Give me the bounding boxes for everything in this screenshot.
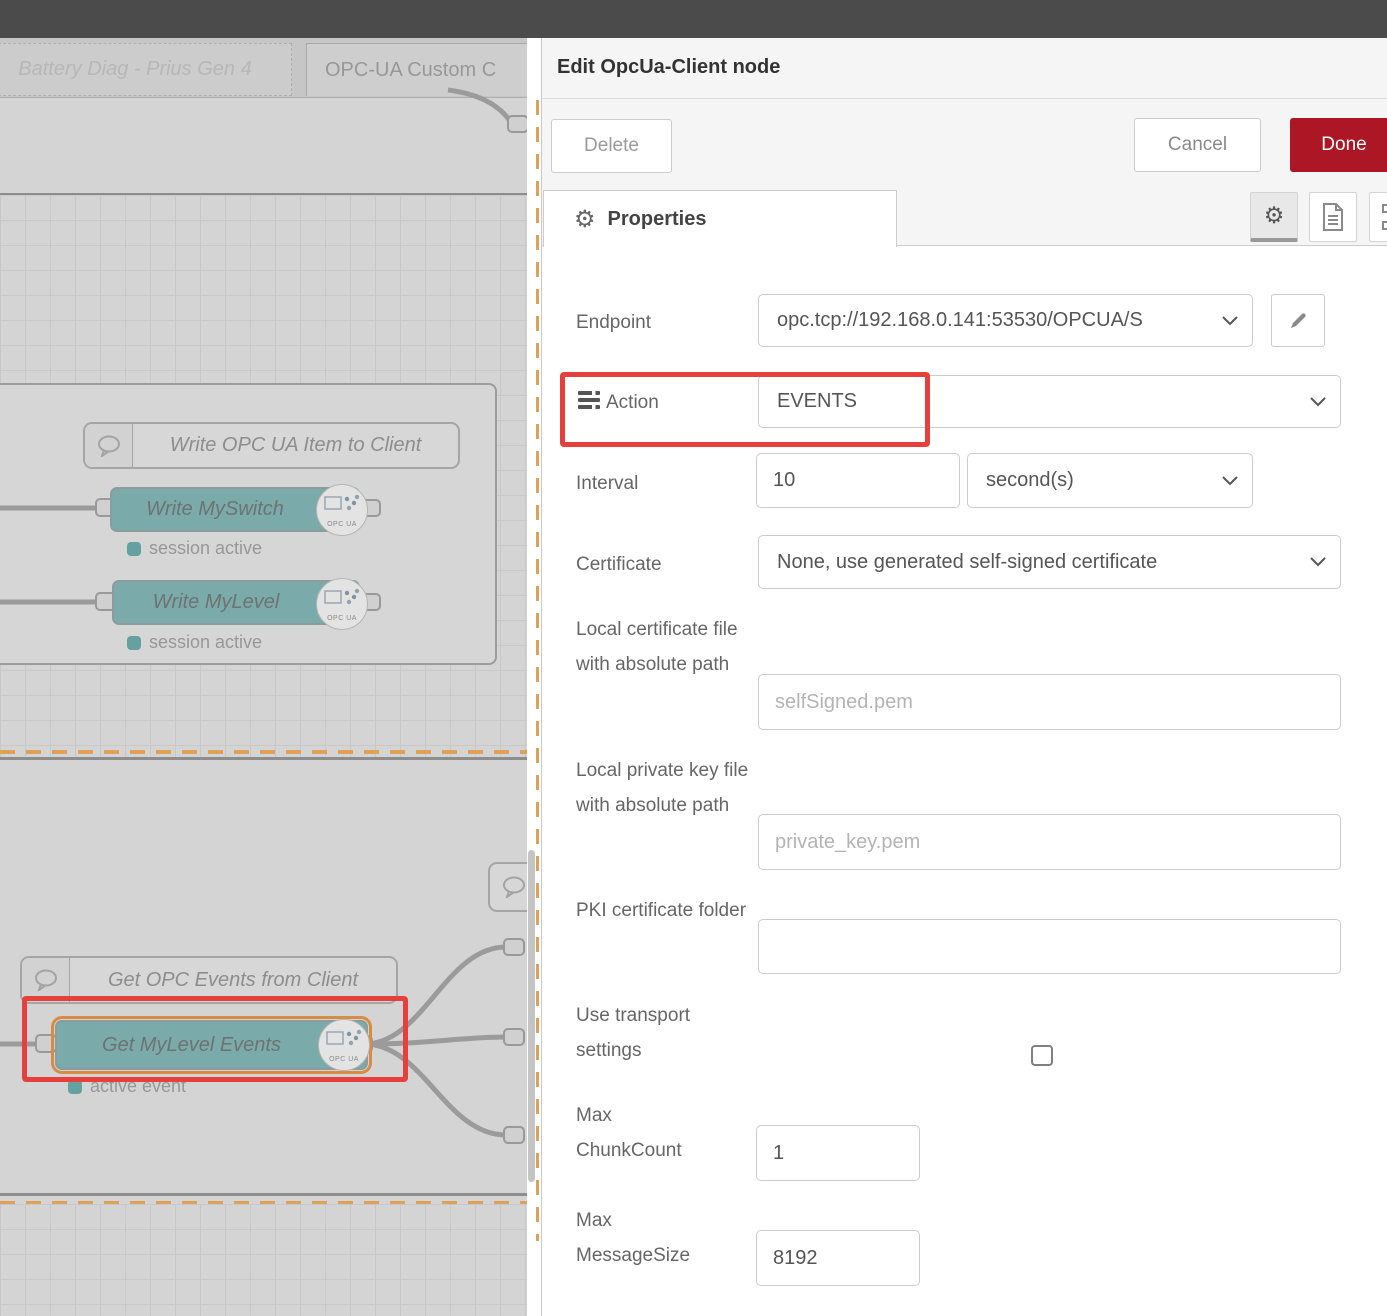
certificate-label: Certificate: [576, 547, 662, 582]
node-label: Write MySwitch: [146, 498, 284, 521]
pki-folder-input[interactable]: [759, 920, 1340, 973]
private-key-label: Local private key file with absolute pat…: [576, 753, 756, 823]
transport-label: Use transport settings: [576, 998, 756, 1068]
chevron-down-icon: [1222, 476, 1238, 486]
document-icon: [1321, 203, 1345, 231]
cancel-button[interactable]: Cancel: [1134, 118, 1261, 172]
comment-node-partial[interactable]: [488, 862, 527, 912]
node-port: [508, 116, 527, 132]
node-status: session active: [127, 538, 262, 559]
node-status: session active: [127, 632, 262, 653]
certificate-select[interactable]: None, use generated self-signed certific…: [758, 535, 1341, 589]
max-message-input[interactable]: [757, 1231, 919, 1285]
pki-folder-input-wrap: [758, 919, 1341, 974]
max-message-label: Max MessageSize: [576, 1203, 706, 1273]
chevron-down-icon: [1222, 316, 1238, 326]
node-port: [504, 1029, 524, 1045]
comment-label: Get OPC Events from Client: [70, 969, 396, 992]
pencil-icon: [1288, 311, 1308, 331]
endpoint-select[interactable]: opc.tcp://192.168.0.141:53530/OPCUA/S: [758, 294, 1253, 347]
endpoint-label: Endpoint: [576, 305, 651, 340]
opcua-badge-icon: OPC UA: [316, 578, 368, 630]
private-key-input[interactable]: [759, 815, 1340, 869]
private-key-input-wrap: [758, 814, 1341, 870]
max-chunk-input[interactable]: [757, 1126, 919, 1180]
gear-icon: ⚙: [1264, 202, 1285, 229]
gear-icon: ⚙: [574, 205, 596, 234]
edit-endpoint-button[interactable]: [1271, 294, 1325, 347]
description-tab-button[interactable]: [1309, 192, 1357, 242]
node-port: [504, 939, 524, 955]
tab-properties[interactable]: ⚙ Properties: [543, 190, 897, 247]
comment-bubble-icon: [85, 424, 133, 467]
max-message-input-wrap: [756, 1230, 920, 1286]
opcua-badge-icon: OPC UA: [316, 484, 368, 536]
wire: [448, 90, 512, 124]
wire-layer: [0, 38, 527, 1316]
comment-label: Write OPC UA Item to Client: [133, 434, 458, 457]
appearance-icon: [1381, 203, 1387, 231]
dialog-title: Edit OpcUa-Client node: [557, 56, 780, 79]
node-label: Write MyLevel: [153, 591, 280, 614]
node-red-app: { "workspace": { "tabs": [ { "label": "B…: [0, 0, 1387, 1316]
max-chunk-input-wrap: [756, 1125, 920, 1181]
opcua-badge-label: OPC UA: [317, 615, 367, 622]
chevron-down-icon: [1310, 557, 1326, 567]
workspace-scrollbar[interactable]: [528, 850, 535, 1182]
transport-checkbox[interactable]: [1031, 1045, 1053, 1066]
status-dot-icon: [127, 636, 141, 650]
node-port: [504, 1127, 524, 1143]
interval-input-wrap: [756, 453, 960, 508]
interval-label: Interval: [576, 466, 638, 501]
annotation-box-action: [560, 372, 930, 447]
comment-node-write[interactable]: Write OPC UA Item to Client: [83, 422, 460, 469]
max-chunk-label: Max ChunkCount: [576, 1098, 706, 1168]
status-dot-icon: [127, 542, 141, 556]
local-certificate-input[interactable]: [759, 675, 1340, 729]
interval-input[interactable]: [757, 454, 959, 507]
appearance-tab-button[interactable]: [1369, 192, 1387, 242]
delete-button[interactable]: Delete: [551, 119, 672, 173]
properties-tab-button[interactable]: ⚙: [1250, 192, 1298, 242]
opcua-badge-label: OPC UA: [317, 521, 367, 528]
comment-bubble-icon: [490, 864, 527, 910]
workspace-dialog-gap: [527, 38, 541, 1316]
selected-group-dashed-border-right: [536, 100, 539, 1241]
annotation-box-node: [22, 996, 408, 1082]
pki-folder-label: PKI certificate folder: [576, 893, 756, 928]
flow-workspace[interactable]: Battery Diag - Prius Gen 4 OPC-UA Custom…: [0, 38, 527, 1316]
local-certificate-label: Local certificate file with absolute pat…: [576, 612, 756, 682]
local-certificate-input-wrap: [758, 674, 1341, 730]
done-button[interactable]: Done: [1290, 118, 1387, 172]
divider: [542, 98, 1387, 99]
app-header-bar: [0, 0, 1387, 38]
chevron-down-icon: [1310, 397, 1326, 407]
interval-unit-select[interactable]: second(s): [967, 453, 1253, 508]
